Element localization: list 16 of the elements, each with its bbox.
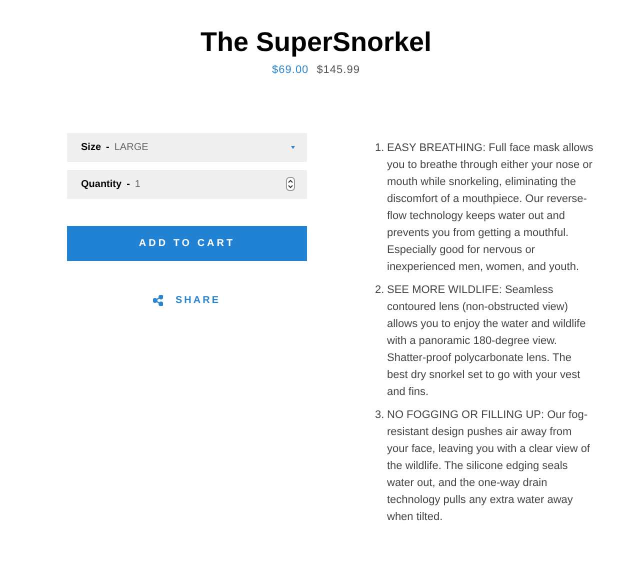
caret-icon xyxy=(291,146,295,148)
sale-price: $69.00 xyxy=(272,63,309,78)
add-to-cart-button[interactable]: ADD TO CART xyxy=(67,226,307,260)
feature-text: SEE MORE WILDLIFE: Seamless contoured lens (non-obstructed view) allows you to enjoy the water and wildlife with a panoramic 180-degree view. Shatter-proof polycarbonate lens. The best dry snorkel set to go with your vest and fins. xyxy=(387,282,587,400)
list-number: 1. xyxy=(375,140,386,156)
quantity-field[interactable]: Quantity - 1 xyxy=(67,170,307,198)
feature-text: EASY BREATHING: Full face mask allows you to breathe through either your nose or mouth while snorkeling, eliminating the discomfort of a mouthpiece. Our reverse-flow technology keeps water out and prevents you from getting a mouthful. Especially good for nervous or inexperienced men, women, and youth. xyxy=(387,140,594,274)
size-select[interactable]: Size - LARGE xyxy=(67,132,307,162)
product-title: The SuperSnorkel xyxy=(200,26,432,58)
list-number: 2. xyxy=(375,282,386,298)
list-number: 3. xyxy=(375,408,386,422)
stepper-icon xyxy=(286,177,295,191)
share-icon xyxy=(153,294,164,306)
regular-price: $145.99 xyxy=(316,63,360,78)
feature-text: NO FOGGING OR FILLING UP: Our fog-resistant design pushes air away from your face, leaving you with a clear view of the wildlife. The silicone edging seals water out, and the one-way drain technology pulls any extra water away when tilted. xyxy=(387,408,591,524)
share-link[interactable]: SHARE xyxy=(153,292,220,308)
